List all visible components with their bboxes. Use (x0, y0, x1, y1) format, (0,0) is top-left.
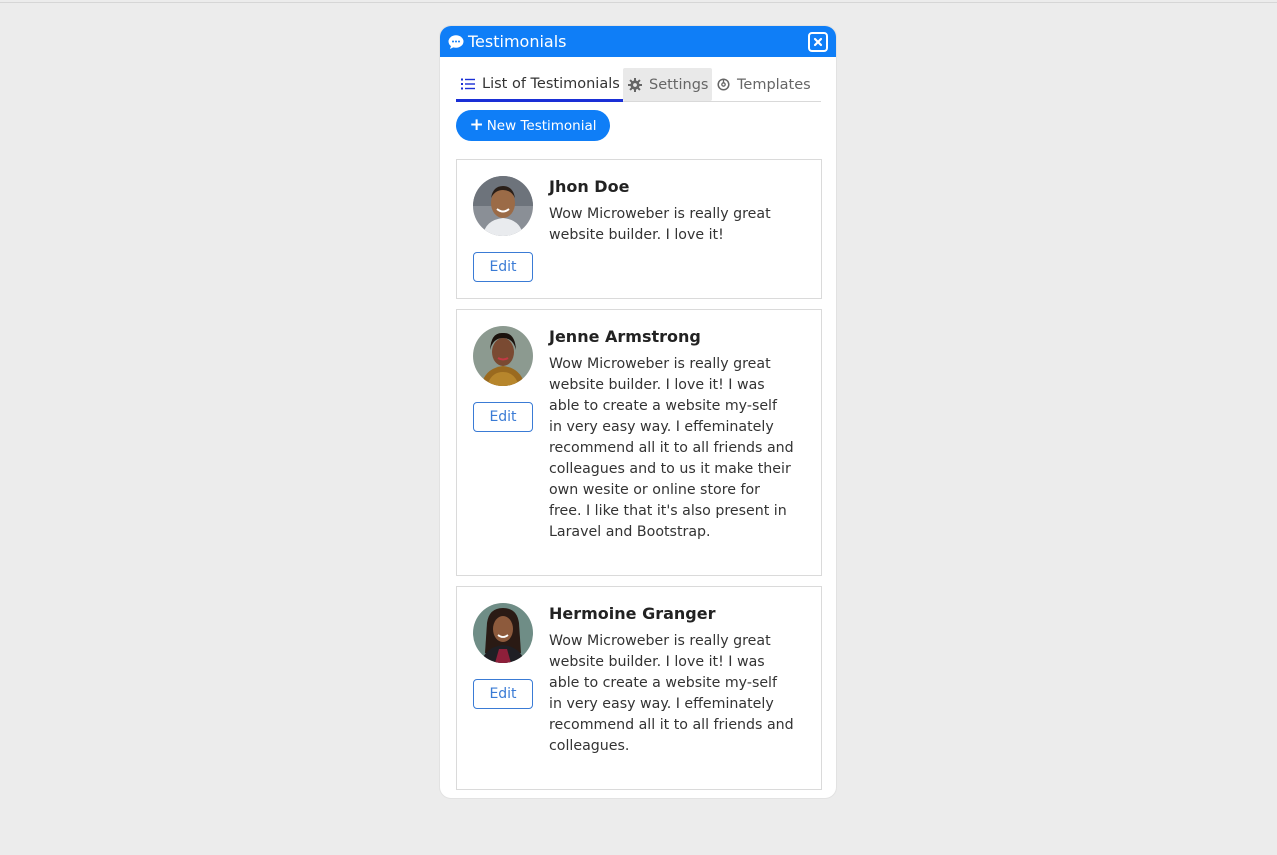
tab-settings[interactable]: Settings (623, 68, 712, 101)
edit-button[interactable]: Edit (473, 679, 533, 709)
tab-list-of-testimonials[interactable]: List of Testimonials (456, 68, 623, 102)
close-button[interactable] (808, 32, 828, 52)
edit-button[interactable]: Edit (473, 252, 533, 282)
modal-title: Testimonials (468, 32, 567, 51)
testimonials-modal: Testimonials List of Testimonials Settin… (439, 25, 837, 799)
testimonial-card: Edit Jenne Armstrong Wow Microweber is r… (456, 309, 822, 576)
tab-label: List of Testimonials (482, 75, 620, 92)
testimonial-text: Wow Microweber is really great website b… (549, 633, 794, 754)
top-divider (0, 2, 1277, 3)
tab-templates[interactable]: Templates (712, 68, 816, 101)
tab-bar: List of Testimonials Settings Templates (456, 68, 821, 102)
testimonial-text: Wow Microweber is really great website b… (549, 206, 771, 243)
testimonial-name: Jhon Doe (549, 177, 630, 196)
list-icon (461, 78, 475, 90)
new-testimonial-button[interactable]: + New Testimonial (456, 110, 610, 141)
edit-button[interactable]: Edit (473, 402, 533, 432)
modal-header: Testimonials (440, 26, 836, 57)
gear-icon (628, 77, 642, 92)
chat-bubble-icon (448, 34, 464, 50)
avatar (473, 603, 533, 663)
plus-icon: + (469, 115, 484, 135)
close-icon (813, 37, 823, 47)
avatar (473, 176, 533, 236)
tab-label: Settings (649, 76, 709, 93)
testimonial-card: Edit Jhon Doe Wow Microweber is really g… (456, 159, 822, 299)
avatar (473, 326, 533, 386)
templates-icon (717, 78, 730, 91)
testimonial-name: Hermoine Granger (549, 604, 716, 623)
testimonial-card: Edit Hermoine Granger Wow Microweber is … (456, 586, 822, 790)
testimonial-text: Wow Microweber is really great website b… (549, 356, 794, 540)
tab-label: Templates (737, 76, 811, 93)
new-testimonial-label: New Testimonial (486, 117, 597, 134)
testimonial-name: Jenne Armstrong (549, 327, 701, 346)
